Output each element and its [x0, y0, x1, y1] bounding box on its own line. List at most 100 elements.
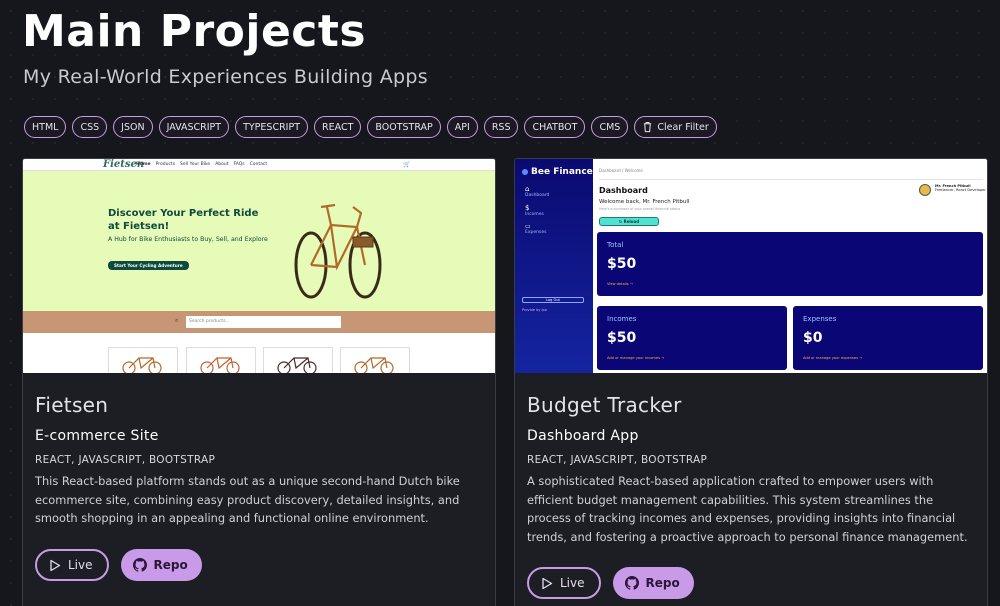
preview-nav-dashboard: ⌂ Dashboard — [525, 185, 549, 198]
github-icon — [132, 558, 147, 572]
preview-summary: Here's a summary of your overall financi… — [599, 207, 681, 211]
filter-chip-rss[interactable]: RSS — [483, 116, 519, 138]
preview-nav-sell: Sell Your Bike — [180, 162, 211, 167]
project-actions: Live Repo — [527, 567, 694, 599]
preview-nav-dashboard-label: Dashboard — [525, 193, 550, 198]
preview-breadcrumb: Dashboard / Welcome — [599, 168, 643, 173]
clear-filter-label: Clear Filter — [657, 121, 709, 133]
play-icon — [50, 559, 61, 571]
preview-incomes-label: Incomes — [607, 315, 637, 323]
product-thumb — [108, 347, 178, 373]
project-screenshot[interactable]: Fietsen Home Products Sell Your Bike Abo… — [23, 159, 495, 373]
product-thumb — [340, 347, 410, 373]
preview-incomes-card: Incomes $50 Add or manage your incomes → — [597, 306, 787, 370]
preview-nav-about: About — [215, 162, 229, 167]
preview-nav-products: Products — [155, 162, 176, 167]
preview-sidebar: Bee Finance ⌂ Dashboard $ Incomes ▭ Expe… — [515, 159, 593, 373]
wallet-icon: ▭ — [525, 223, 531, 230]
filter-chip-api[interactable]: API — [446, 116, 478, 138]
filter-chip-typescript[interactable]: TYPESCRIPT — [235, 116, 309, 138]
preview-total-label: Total — [607, 241, 624, 249]
preview-products — [23, 333, 495, 373]
repo-button[interactable]: Repo — [612, 567, 694, 599]
project-title: Fietsen — [35, 393, 109, 417]
preview-reload-label: Reload — [623, 219, 640, 224]
preview-total-card: Total $50 View details → — [597, 232, 983, 296]
preview-expenses-link: Add or manage your expenses → — [803, 356, 863, 360]
filter-chip-json[interactable]: JSON — [113, 116, 153, 138]
preview-user: Mr. French Pitbull Freelancer, React Dev… — [935, 184, 986, 192]
repo-label: Repo — [645, 576, 680, 590]
preview-total-link: View details → — [607, 282, 633, 286]
project-screenshot[interactable]: Bee Finance ⌂ Dashboard $ Incomes ▭ Expe… — [515, 159, 987, 373]
bicycle-icon — [277, 357, 317, 373]
preview-navbar: Fietsen Home Products Sell Your Bike Abo… — [23, 159, 495, 171]
project-tech: REACT, JAVASCRIPT, BOOTSTRAP — [35, 454, 216, 466]
preview-hero-title: Discover Your Perfect Ride at Fietsen! — [108, 208, 259, 232]
project-tech: REACT, JAVASCRIPT, BOOTSTRAP — [527, 454, 708, 466]
bicycle-icon — [122, 357, 162, 373]
bicycle-icon — [354, 357, 394, 373]
live-label: Live — [560, 576, 585, 590]
repo-button[interactable]: Repo — [120, 549, 202, 581]
preview-cta-button: Start Your Cycling Adventure — [108, 261, 189, 270]
filter-chip-css[interactable]: CSS — [72, 116, 108, 138]
repo-label: Repo — [153, 558, 188, 572]
project-card-budget-tracker: Bee Finance ⌂ Dashboard $ Incomes ▭ Expe… — [514, 158, 988, 606]
trash-icon — [644, 122, 652, 133]
search-icon: ⌕ — [175, 317, 179, 324]
preview-expenses-label: Expenses — [803, 315, 837, 323]
avatar — [919, 184, 931, 196]
project-title: Budget Tracker — [527, 393, 682, 417]
filter-chip-html[interactable]: HTML — [24, 116, 67, 138]
page-subtitle: My Real-World Experiences Building Apps — [23, 66, 428, 88]
filter-bar: HTML CSS JSON JAVASCRIPT TYPESCRIPT REAC… — [24, 116, 717, 138]
github-icon — [624, 576, 639, 590]
preview-nav-home: Home — [136, 162, 151, 167]
clear-filter-button[interactable]: Clear Filter — [634, 116, 717, 138]
preview-nav-incomes: $ Incomes — [525, 204, 544, 217]
preview-welcome: Welcome back, Mr. French Pitbull — [599, 199, 690, 205]
project-description: This React-based platform stands out as … — [35, 474, 460, 525]
bicycle-icon — [294, 203, 382, 299]
project-actions: Live Repo — [35, 549, 202, 581]
live-button[interactable]: Live — [527, 567, 601, 599]
preview-brand: Bee Finance — [522, 167, 593, 177]
home-icon: ⌂ — [525, 185, 530, 193]
preview-expenses-amount: $0 — [803, 330, 823, 346]
cart-icon: 🛒 — [403, 161, 411, 168]
live-label: Live — [68, 558, 93, 572]
preview-expenses-card: Expenses $0 Add or manage your expenses … — [793, 306, 983, 370]
preview-total-amount: $50 — [607, 256, 637, 272]
preview-hero-subtitle: A Hub for Bike Enthusiasts to Buy, Sell,… — [108, 236, 268, 243]
project-subtitle: E-commerce Site — [35, 428, 159, 444]
preview-main: Dashboard / Welcome Dashboard Welcome ba… — [593, 159, 987, 373]
project-card-fietsen: Fietsen Home Products Sell Your Bike Abo… — [22, 158, 496, 606]
bicycle-icon — [200, 357, 240, 373]
project-subtitle: Dashboard App — [527, 428, 639, 444]
filter-chip-react[interactable]: REACT — [314, 116, 362, 138]
preview-logout: Log Out — [522, 297, 584, 303]
live-button[interactable]: Live — [35, 549, 109, 581]
preview-provided-by: Provide by Ipo — [522, 308, 547, 312]
project-description: A sophisticated React-based application … — [527, 474, 968, 544]
preview-user-role: Freelancer, React Developer — [935, 188, 986, 192]
preview-search-input: Search products... — [186, 316, 341, 328]
page-title: Main Projects — [22, 6, 367, 57]
filter-chip-bootstrap[interactable]: BOOTSTRAP — [367, 116, 441, 138]
preview-nav-expenses: ▭ Expenses — [525, 223, 546, 235]
preview-nav-expenses-label: Expenses — [525, 230, 547, 235]
product-thumb — [263, 347, 333, 373]
filter-chip-chatbot[interactable]: CHATBOT — [524, 116, 586, 138]
preview-brand-name: Bee Finance — [531, 167, 593, 177]
product-thumb — [186, 347, 256, 373]
preview-nav-contact: Contact — [249, 162, 268, 167]
preview-reload-button: ↻ Reload — [599, 217, 659, 226]
filter-chip-javascript[interactable]: JAVASCRIPT — [158, 116, 230, 138]
play-icon — [542, 577, 553, 589]
bee-logo-icon — [522, 169, 528, 175]
filter-chip-cms[interactable]: CMS — [591, 116, 629, 138]
preview-nav-faqs: FAQs — [233, 162, 245, 167]
preview-incomes-link: Add or manage your incomes → — [607, 356, 665, 360]
preview-nav-incomes-label: Incomes — [525, 212, 544, 217]
